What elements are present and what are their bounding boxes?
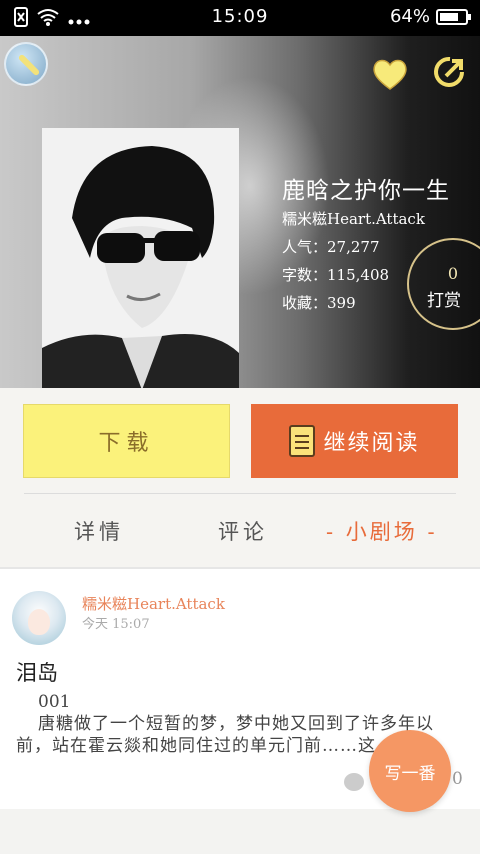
- book-author[interactable]: 糯米糍Heart.Attack: [282, 208, 425, 229]
- battery-percent: 64%: [389, 6, 430, 27]
- post-chapter-number: 001: [38, 692, 71, 712]
- status-bar: 15:09 64%: [0, 0, 480, 36]
- comment-count: 0: [452, 769, 463, 789]
- post-title: 泪岛: [16, 661, 58, 685]
- continue-reading-button[interactable]: 继续阅读: [251, 404, 458, 478]
- write-fab-button[interactable]: 写一番: [369, 730, 451, 812]
- reward-count: 0: [447, 264, 459, 283]
- favorite-heart-icon[interactable]: [370, 54, 410, 94]
- post-author[interactable]: 糯米糍Heart.Attack: [82, 593, 225, 614]
- download-button[interactable]: 下载: [23, 404, 230, 478]
- tab-comments[interactable]: 评论: [218, 516, 268, 546]
- share-icon[interactable]: [430, 52, 470, 92]
- favorites-stat: 收藏：399: [282, 294, 356, 312]
- book-cover-image: [42, 128, 239, 388]
- reward-label: 打赏: [427, 291, 461, 311]
- word-count-stat: 字数：115,408: [282, 266, 390, 284]
- continue-reading-label: 继续阅读: [323, 431, 420, 456]
- book-title: 鹿晗之护你一生: [282, 178, 450, 204]
- back-button[interactable]: [4, 42, 48, 86]
- battery-icon: [436, 8, 471, 25]
- book-icon: [289, 425, 316, 457]
- book-header: 鹿晗之护你一生 糯米糍Heart.Attack 人气：27,277 字数：115…: [0, 36, 480, 388]
- post-time: 今天 15:07: [82, 617, 150, 632]
- popularity-stat: 人气：27,277: [282, 238, 380, 256]
- reward-button[interactable]: 0 打赏: [407, 238, 480, 330]
- comment-icon[interactable]: [344, 773, 364, 791]
- tab-details[interactable]: 详情: [74, 516, 124, 546]
- action-bar: 下载 继续阅读: [0, 388, 480, 496]
- tab-bar: 详情 评论 - 小剧场 -: [0, 494, 480, 568]
- avatar[interactable]: [12, 591, 66, 645]
- status-icons-right: 64%: [389, 6, 471, 27]
- tab-mini-theater[interactable]: - 小剧场 -: [326, 516, 438, 546]
